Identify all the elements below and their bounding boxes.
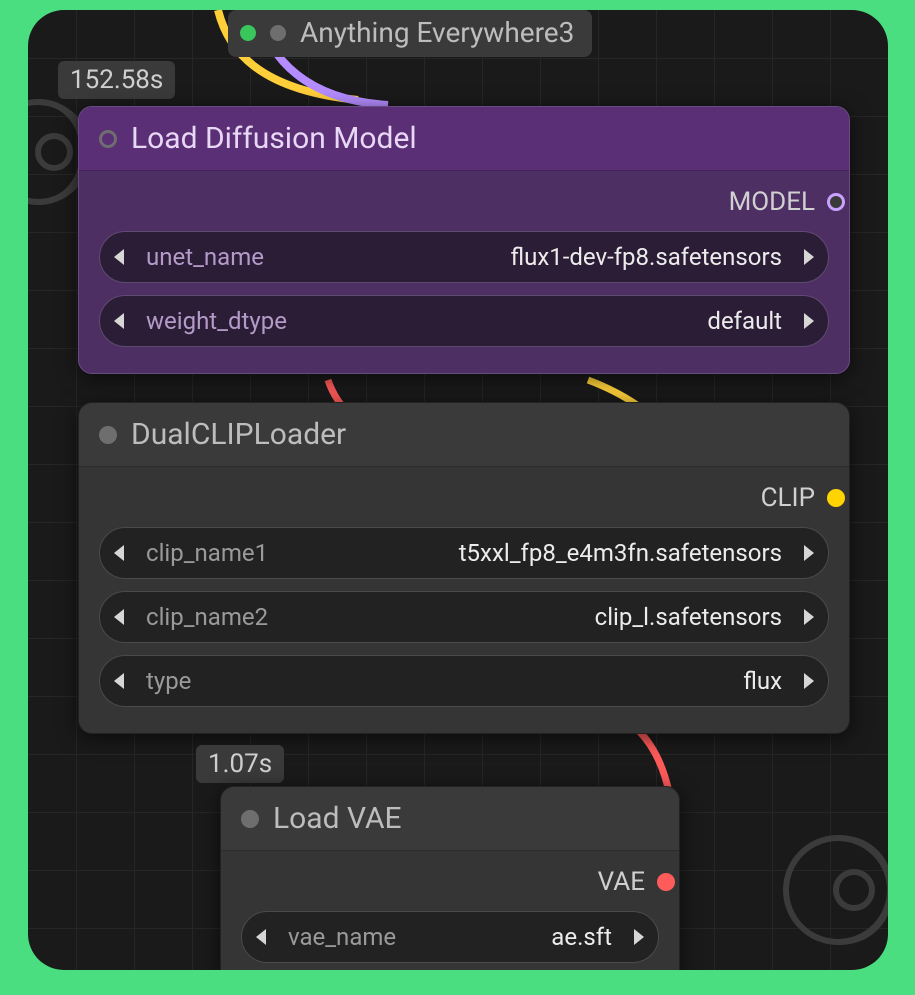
collapse-dot-icon[interactable]	[99, 426, 117, 444]
port-dot-icon[interactable]	[827, 489, 845, 507]
chevron-right-icon[interactable]	[796, 669, 820, 693]
combo-clip-name1[interactable]: clip_name1 t5xxl_fp8_e4m3fn.safetensors	[99, 527, 829, 579]
field-value: t5xxl_fp8_e4m3fn.safetensors	[459, 539, 782, 567]
field-label: weight_dtype	[146, 307, 287, 335]
field-label: clip_name1	[146, 539, 268, 567]
node-dualcliploader[interactable]: DualCLIPLoader CLIP clip_name1 t5xxl_fp8…	[78, 402, 850, 734]
status-dot-green	[240, 25, 256, 41]
chevron-left-icon[interactable]	[108, 541, 132, 565]
combo-unet-name[interactable]: unet_name flux1-dev-fp8.safetensors	[99, 231, 829, 283]
output-label: VAE	[598, 867, 645, 897]
collapse-dot-icon[interactable]	[99, 130, 117, 148]
field-value: flux1-dev-fp8.safetensors	[510, 243, 782, 271]
port-dot-icon[interactable]	[657, 873, 675, 891]
field-label: type	[146, 667, 191, 695]
node-anything-everywhere3[interactable]: Anything Everywhere3	[228, 10, 592, 57]
node-title: Load VAE	[273, 801, 402, 836]
field-value: flux	[743, 667, 782, 695]
chevron-left-icon[interactable]	[108, 605, 132, 629]
execution-time-badge: 152.58s	[58, 61, 175, 99]
chevron-right-icon[interactable]	[796, 605, 820, 629]
combo-type[interactable]: type flux	[99, 655, 829, 707]
output-port-vae[interactable]: VAE	[221, 851, 679, 911]
field-label: clip_name2	[146, 603, 268, 631]
node-header[interactable]: Load Diffusion Model	[79, 107, 849, 171]
node-title: Anything Everywhere3	[300, 16, 574, 49]
node-title: DualCLIPLoader	[131, 417, 346, 452]
field-value: ae.sft	[551, 923, 612, 951]
field-label: unet_name	[146, 243, 264, 271]
chevron-right-icon[interactable]	[626, 925, 650, 949]
node-header[interactable]: Load VAE	[221, 787, 679, 851]
output-port-model[interactable]: MODEL	[79, 171, 849, 231]
node-header[interactable]: DualCLIPLoader	[79, 403, 849, 467]
chevron-right-icon[interactable]	[796, 309, 820, 333]
output-label: CLIP	[761, 483, 815, 513]
node-graph-canvas[interactable]: Anything Everywhere3 152.58s Load Diffus…	[28, 10, 888, 970]
node-load-diffusion-model[interactable]: Load Diffusion Model MODEL unet_name flu…	[78, 106, 850, 374]
node-title: Load Diffusion Model	[131, 121, 417, 156]
chevron-left-icon[interactable]	[108, 669, 132, 693]
combo-clip-name2[interactable]: clip_name2 clip_l.safetensors	[99, 591, 829, 643]
collapse-dot-icon[interactable]	[270, 25, 286, 41]
chevron-left-icon[interactable]	[108, 245, 132, 269]
field-value: clip_l.safetensors	[595, 603, 782, 631]
field-label: vae_name	[288, 923, 396, 951]
chevron-left-icon[interactable]	[108, 309, 132, 333]
collapse-dot-icon[interactable]	[241, 810, 259, 828]
port-dot-icon[interactable]	[827, 193, 845, 211]
execution-time-badge: 1.07s	[196, 745, 284, 783]
node-load-vae[interactable]: Load VAE VAE vae_name ae.sft	[220, 786, 680, 970]
output-label: MODEL	[729, 187, 815, 217]
combo-vae-name[interactable]: vae_name ae.sft	[241, 911, 659, 963]
chevron-left-icon[interactable]	[250, 925, 274, 949]
output-port-clip[interactable]: CLIP	[79, 467, 849, 527]
field-value: default	[707, 307, 782, 335]
chevron-right-icon[interactable]	[796, 245, 820, 269]
combo-weight-dtype[interactable]: weight_dtype default	[99, 295, 829, 347]
logo-swirl-decoration	[758, 790, 888, 970]
chevron-right-icon[interactable]	[796, 541, 820, 565]
